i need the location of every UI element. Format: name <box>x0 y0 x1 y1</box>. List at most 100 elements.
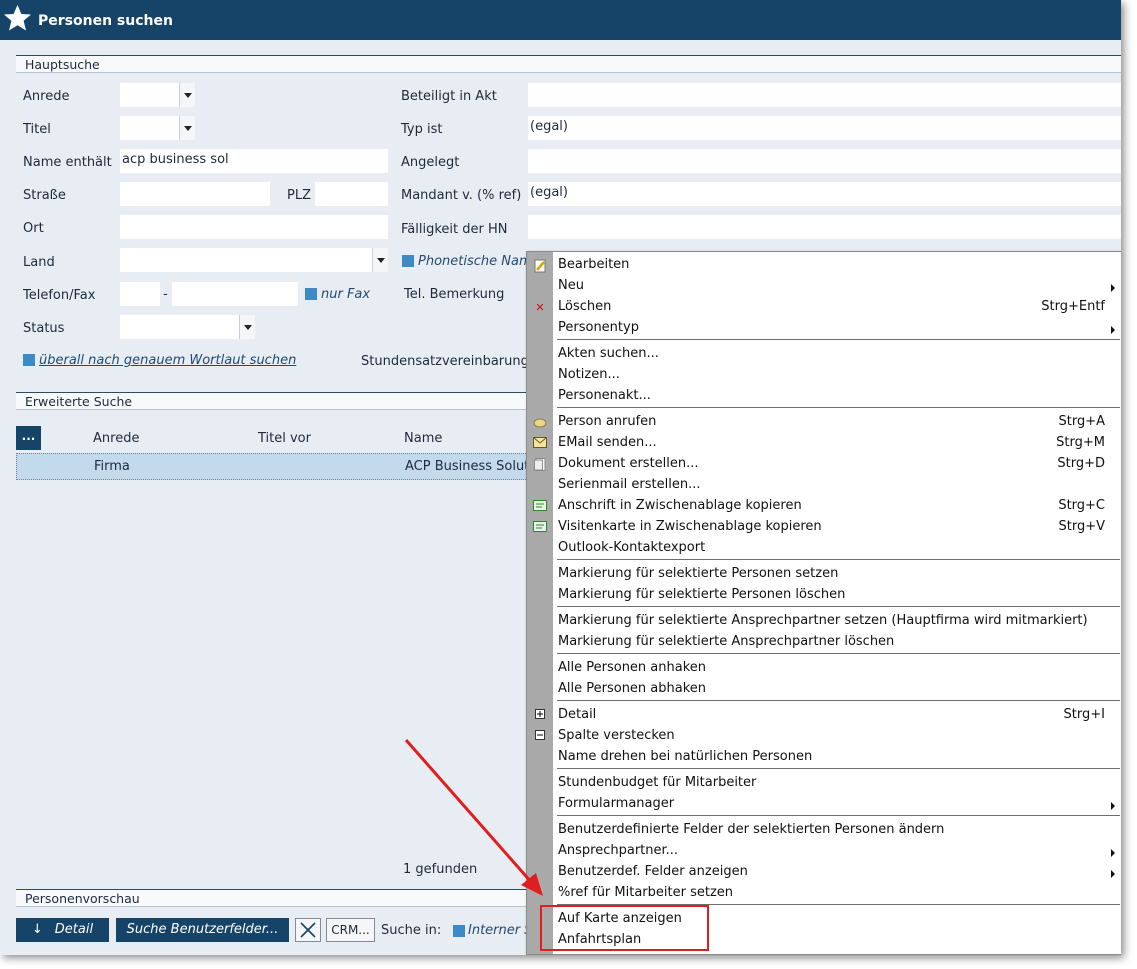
menu-item-ref-für-mitarbeiter-setzen[interactable]: %ref für Mitarbeiter setzen <box>527 883 1121 904</box>
angelegt-label: Angelegt <box>401 155 460 170</box>
menu-item-löschen[interactable]: ✕ Löschen Strg+Entf <box>527 297 1121 318</box>
document-icon <box>533 458 547 471</box>
column-header-titel[interactable]: Titel vor <box>258 431 311 446</box>
tel-bemerkung-label: Tel. Bemerkung <box>404 287 505 302</box>
suche-in-label: Suche in: <box>381 923 442 938</box>
nur-fax-label[interactable]: nur Fax <box>321 287 370 302</box>
column-chooser-button[interactable]: ... <box>16 426 41 450</box>
section-title: Hauptsuche <box>25 57 100 72</box>
menu-item-benutzerdefinierte-felder-der-selektierten-personen-ändern[interactable]: Benutzerdefinierte Felder der selektiert… <box>527 820 1121 841</box>
menu-item-markierung-für-selektierte-ansprechpartner-setzen-hauptfirma-wird-mitmarkiert[interactable]: Markierung für selektierte Ansprechpartn… <box>527 611 1121 632</box>
typ-label: Typ ist <box>401 122 443 137</box>
menu-item-label: Name drehen bei natürlichen Personen <box>558 749 813 764</box>
section-main-search: Hauptsuche <box>16 55 1121 73</box>
menu-item-label: Markierung für selektierte Personen setz… <box>558 566 839 581</box>
phone-icon <box>533 416 547 429</box>
menu-item-label: Akten suchen... <box>558 346 659 361</box>
ort-label: Ort <box>23 221 44 236</box>
angelegt-input[interactable] <box>528 149 1121 173</box>
highlight-box <box>540 905 709 951</box>
menu-item-label: Formularmanager <box>558 796 675 811</box>
crm-button[interactable]: CRM... <box>326 918 375 942</box>
clear-button[interactable] <box>295 918 321 942</box>
titel-dropdown-icon[interactable] <box>179 116 195 140</box>
menu-item-personentyp[interactable]: Personentyp <box>527 318 1121 339</box>
menu-item-neu[interactable]: Neu <box>527 276 1121 297</box>
menu-item-stundenbudget-für-mitarbeiter[interactable]: Stundenbudget für Mitarbeiter <box>527 773 1121 794</box>
menu-item-email-senden[interactable]: EMail senden... Strg+M <box>527 433 1121 454</box>
menu-item-shortcut: Strg+M <box>1056 435 1105 450</box>
pencil-icon <box>533 259 547 273</box>
star-icon <box>2 3 33 34</box>
status-dropdown-icon[interactable] <box>239 315 255 339</box>
context-menu: Bearbeiten Neu ✕ Löschen Strg+Entf Personenty… <box>526 251 1121 955</box>
ort-input[interactable] <box>120 215 388 239</box>
detail-button[interactable]: ↓ Detail <box>16 918 109 942</box>
menu-separator <box>557 815 1120 816</box>
wortlaut-checkbox[interactable] <box>23 354 35 366</box>
faelligkeit-input[interactable] <box>528 215 1121 239</box>
menu-item-anschrift-in-zwischenablage-kopieren[interactable]: Anschrift in Zwischenablage kopieren Strg… <box>527 496 1121 517</box>
menu-item-label: EMail senden... <box>558 435 657 450</box>
menu-item-label: Spalte verstecken <box>558 728 675 743</box>
titel-select[interactable] <box>120 116 180 140</box>
menu-item-detail[interactable]: Detail Strg+I <box>527 705 1121 726</box>
nur-fax-checkbox[interactable] <box>305 288 317 300</box>
menu-item-person-anrufen[interactable]: Person anrufen Strg+A <box>527 412 1121 433</box>
menu-item-label: Personenakt... <box>558 388 651 403</box>
column-header-anrede[interactable]: Anrede <box>93 431 139 446</box>
typ-select[interactable]: (egal) <box>528 116 1121 140</box>
menu-item-formularmanager[interactable]: Formularmanager <box>527 794 1121 815</box>
menu-item-markierung-für-selektierte-personen-löschen[interactable]: Markierung für selektierte Personen lösc… <box>527 585 1121 606</box>
menu-item-notizen[interactable]: Notizen... <box>527 365 1121 386</box>
menu-item-benutzerdef-felder-anzeigen[interactable]: Benutzerdef. Felder anzeigen <box>527 862 1121 883</box>
telefon-separator: - <box>163 287 168 302</box>
menu-item-akten-suchen[interactable]: Akten suchen... <box>527 344 1121 365</box>
menu-item-visitenkarte-in-zwischenablage-kopieren[interactable]: Visitenkarte in Zwischenablage kopieren S… <box>527 517 1121 538</box>
close-icon <box>300 922 316 938</box>
plz-input[interactable] <box>315 182 388 206</box>
menu-item-shortcut: Strg+D <box>1057 456 1105 471</box>
anrede-dropdown-icon[interactable] <box>179 83 195 107</box>
beteiligt-input[interactable] <box>528 83 1121 107</box>
strasse-label: Straße <box>23 188 66 203</box>
interner-label[interactable]: Interner S <box>468 923 526 938</box>
section-title: Personenvorschau <box>25 891 140 906</box>
menu-item-shortcut: Strg+A <box>1058 414 1105 429</box>
menu-item-serienmail-erstellen[interactable]: Serienmail erstellen... <box>527 475 1121 496</box>
interner-checkbox[interactable] <box>453 925 465 937</box>
menu-item-label: Notizen... <box>558 367 620 382</box>
menu-item-alle-personen-anhaken[interactable]: Alle Personen anhaken <box>527 658 1121 679</box>
menu-item-spalte-verstecken[interactable]: Spalte verstecken <box>527 726 1121 747</box>
telefon-number-input[interactable] <box>172 282 298 306</box>
land-select[interactable] <box>120 248 373 272</box>
phonetisch-label[interactable]: Phonetische Nam <box>418 254 532 269</box>
phonetisch-checkbox[interactable] <box>402 255 414 267</box>
mandant-select[interactable]: (egal) <box>528 182 1121 206</box>
strasse-input[interactable] <box>120 182 270 206</box>
menu-item-label: Benutzerdefinierte Felder der selektiert… <box>558 822 945 837</box>
column-header-name[interactable]: Name <box>404 431 442 446</box>
search-custom-fields-button[interactable]: Suche Benutzerfelder... <box>116 918 289 942</box>
menu-item-label: Alle Personen abhaken <box>558 681 707 696</box>
arrow-down-icon: ↓ <box>31 922 43 937</box>
menu-item-personenakt[interactable]: Personenakt... <box>527 386 1121 407</box>
envelope-icon <box>533 437 547 450</box>
anrede-select[interactable] <box>120 83 180 107</box>
stundensatz-label: Stundensatzvereinbarung v <box>361 354 541 369</box>
menu-item-ansprechpartner[interactable]: Ansprechpartner... <box>527 841 1121 862</box>
status-select[interactable] <box>120 315 240 339</box>
menu-item-dokument-erstellen[interactable]: Dokument erstellen... Strg+D <box>527 454 1121 475</box>
wortlaut-label[interactable]: überall nach genauem Wortlaut suchen <box>39 353 296 368</box>
menu-item-markierung-für-selektierte-ansprechpartner-löschen[interactable]: Markierung für selektierte Ansprechpartn… <box>527 632 1121 653</box>
menu-item-alle-personen-abhaken[interactable]: Alle Personen abhaken <box>527 679 1121 700</box>
menu-item-name-drehen-bei-natürlichen-personen[interactable]: Name drehen bei natürlichen Personen <box>527 747 1121 768</box>
menu-item-shortcut: Strg+I <box>1063 707 1105 722</box>
menu-item-markierung-für-selektierte-personen-setzen[interactable]: Markierung für selektierte Personen setz… <box>527 564 1121 585</box>
menu-item-bearbeiten[interactable]: Bearbeiten <box>527 255 1121 276</box>
menu-item-label: Bearbeiten <box>558 257 630 272</box>
telefon-prefix-input[interactable] <box>120 282 160 306</box>
name-input[interactable]: acp business sol <box>120 149 388 173</box>
menu-item-outlook-kontaktexport[interactable]: Outlook-Kontaktexport <box>527 538 1121 559</box>
land-dropdown-icon[interactable] <box>372 248 388 272</box>
